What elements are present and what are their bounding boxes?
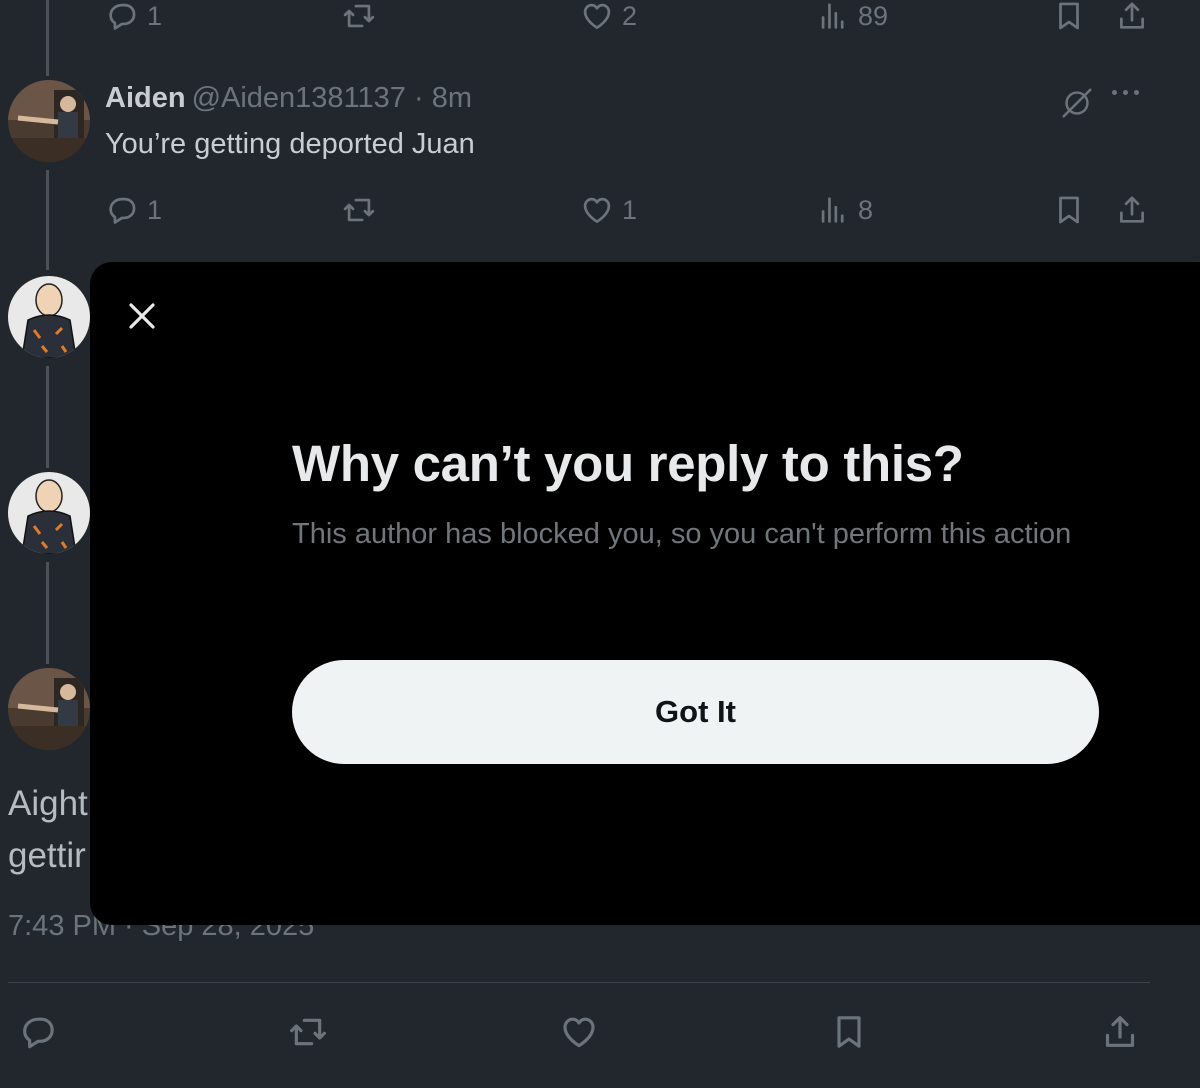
views-icon [816,0,850,33]
reply-button[interactable] [18,1012,58,1057]
bookmark-button[interactable] [829,1012,869,1057]
reply-count: 1 [147,0,163,31]
heart-icon [559,1012,599,1052]
reply-count: 1 [147,194,163,225]
heart-icon [580,193,614,227]
bookmark-button[interactable] [1052,190,1086,230]
like-button[interactable]: 1 [580,190,637,230]
share-button[interactable] [1100,1012,1140,1057]
retweet-button[interactable] [342,0,376,36]
share-icon [1100,1012,1140,1052]
tweet-actions: 1 1 8 [0,190,1200,230]
retweet-button[interactable] [288,1012,328,1057]
close-icon [129,303,155,329]
like-button[interactable] [559,1012,599,1057]
avatar[interactable] [8,80,90,162]
post-text-line: gettir [8,836,86,875]
share-icon [1115,0,1149,33]
grok-icon [1062,88,1092,118]
like-button[interactable]: 2 [580,0,637,36]
got-it-button[interactable]: Got It [292,660,1099,764]
avatar[interactable] [8,472,90,554]
reply-icon [18,1012,58,1052]
reply-button[interactable]: 1 [105,0,162,36]
reply-icon [105,0,139,33]
tweet-text: You’re getting deported Juan [105,128,475,160]
share-button[interactable] [1115,0,1149,36]
thread-line [46,366,49,468]
post-text-line: Aight [8,784,88,823]
share-icon [1115,193,1149,227]
bookmark-icon [1052,0,1086,33]
avatar[interactable] [8,276,90,358]
retweet-icon [342,193,376,227]
like-count: 1 [622,194,638,225]
grok-button[interactable] [1058,84,1096,127]
dialog-title: Why can’t you reply to this? [292,435,964,492]
views-button[interactable]: 8 [816,190,873,230]
retweet-icon [342,0,376,33]
author-name[interactable]: Aiden [105,82,186,114]
thread-line [46,562,49,664]
share-button[interactable] [1115,190,1149,230]
reply-icon [105,193,139,227]
tweet-actions-top: 1 2 89 [0,0,1200,36]
views-count: 8 [858,194,874,225]
bookmark-button[interactable] [1052,0,1086,36]
more-icon[interactable] [1112,90,1139,95]
retweet-icon [288,1012,328,1052]
bookmark-icon [1052,193,1086,227]
like-count: 2 [622,0,638,31]
reply-button[interactable]: 1 [105,190,162,230]
bookmark-icon [829,1012,869,1052]
author-handle[interactable]: @Aiden1381137 · 8m [192,82,472,114]
blocked-dialog: Why can’t you reply to this? This author… [90,262,1200,925]
close-button[interactable] [120,294,164,338]
divider [8,982,1150,983]
views-button[interactable]: 89 [816,0,888,36]
heart-icon [580,0,614,33]
views-icon [816,193,850,227]
tweet-header: Aiden @Aiden1381137 · 8m [105,82,472,115]
dialog-description: This author has blocked you, so you can'… [292,518,1072,550]
retweet-button[interactable] [342,190,376,230]
views-count: 89 [858,0,889,31]
avatar[interactable] [8,668,90,750]
